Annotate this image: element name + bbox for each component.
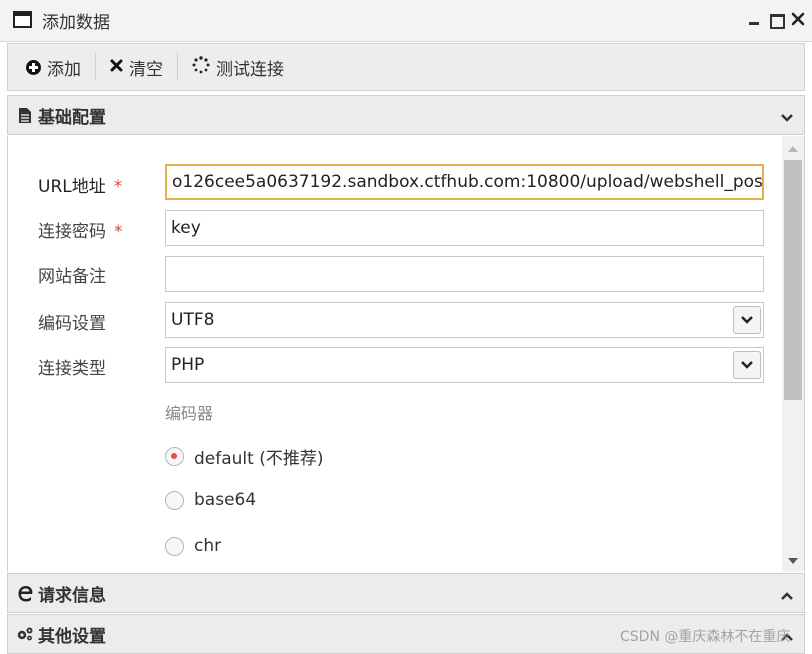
encoder-option-label: chr [194,536,222,556]
test-connection-button[interactable]: 测试连接 [184,52,292,82]
section-basic-config[interactable]: 基础配置 [7,95,805,135]
note-input[interactable] [165,256,764,292]
url-label-text: URL地址 [38,177,106,197]
encoding-label: 编码设置 [38,314,106,334]
password-label-text: 连接密码 [38,222,106,242]
scroll-down-icon[interactable] [788,558,798,564]
radio-icon[interactable] [165,536,184,556]
type-select-value: PHP [171,355,205,375]
spinner-icon [192,55,210,79]
type-select[interactable]: PHP [165,347,764,383]
window-controls [746,10,806,29]
url-label: URL地址 * [38,172,122,197]
password-input[interactable]: key [165,210,764,246]
encoding-select-value: UTF8 [171,310,215,330]
encoding-select[interactable]: UTF8 [165,302,764,338]
x-icon [110,57,123,77]
scroll-thumb[interactable] [784,160,802,400]
chevron-down-icon[interactable] [733,306,761,334]
note-label: 网站备注 [38,267,106,287]
required-mark: * [113,177,123,197]
radio-icon[interactable] [165,490,184,510]
plus-circle-icon [26,59,41,75]
watermark: CSDN @重庆森林不在重庆 [620,629,791,645]
url-input-value: o126cee5a0637192.sandbox.ctfhub.com:1080… [172,172,764,192]
section-request-info[interactable]: 请求信息 [7,573,805,613]
chevron-down-icon[interactable] [780,108,794,127]
section-basic-label: 基础配置 [38,107,106,128]
scrollbar[interactable] [782,136,804,572]
minimize-icon[interactable] [746,10,762,28]
chevron-down-icon[interactable] [733,351,761,379]
window-title: 添加数据 [42,13,110,33]
title-bar: 添加数据 [0,0,812,42]
toolbar-divider [95,53,96,81]
encoder-option-label: default (不推荐) [194,449,324,469]
radio-checked-icon[interactable] [165,447,184,466]
document-icon [16,106,34,124]
test-connection-label: 测试连接 [216,59,284,80]
password-label: 连接密码 * [38,217,123,242]
section-request-label: 请求信息 [38,585,106,606]
edge-icon [16,584,34,602]
clear-button[interactable]: 清空 [102,52,171,82]
toolbar: 添加 清空 测试连接 [7,43,805,91]
toolbar-divider [177,53,178,81]
encoder-option-base64[interactable]: base64 [165,490,256,510]
type-label: 连接类型 [38,359,106,379]
window-icon [13,11,32,28]
maximize-icon[interactable] [768,10,785,29]
add-button-label: 添加 [47,59,81,80]
close-icon[interactable] [790,10,806,28]
password-input-value: key [171,218,201,238]
basic-config-panel: URL地址 * o126cee5a0637192.sandbox.ctfhub.c… [7,136,805,572]
encoder-option-default[interactable]: default (不推荐) [165,444,323,469]
clear-button-label: 清空 [129,59,163,80]
gears-icon [16,625,34,643]
encoder-option-label: base64 [194,490,257,510]
url-input[interactable]: o126cee5a0637192.sandbox.ctfhub.com:1080… [165,164,764,200]
scroll-up-icon[interactable] [788,146,798,152]
add-button[interactable]: 添加 [18,52,89,82]
section-other-label: 其他设置 [38,626,106,647]
encoder-option-chr[interactable]: chr [165,536,221,556]
required-mark: * [114,222,123,242]
encoder-title: 编码器 [165,404,214,423]
chevron-up-icon[interactable] [780,586,794,605]
